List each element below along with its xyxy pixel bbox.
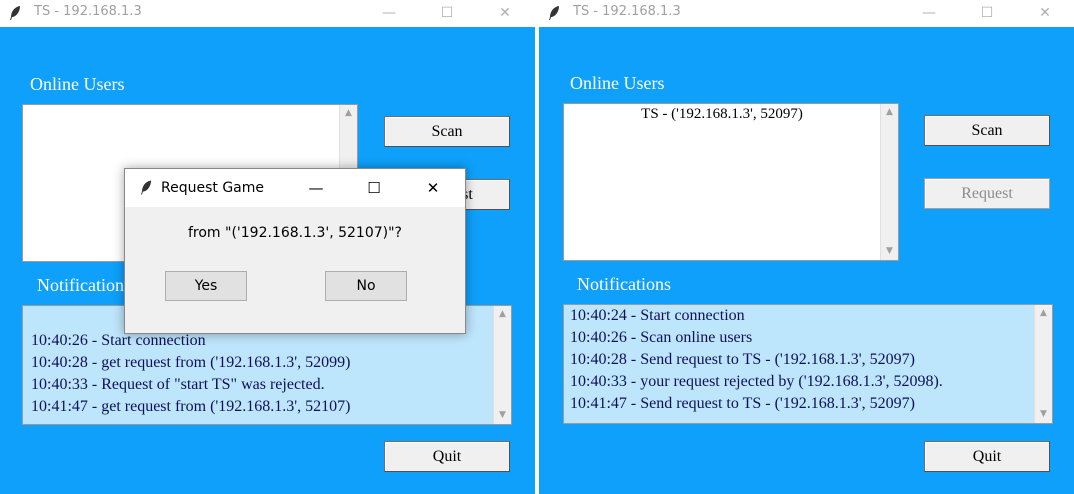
notifications-content: 10:40:26 - Start connection 10:40:28 - g…: [31, 330, 351, 418]
minimize-icon[interactable]: —: [293, 169, 339, 207]
scroll-down-icon[interactable]: ▼: [494, 407, 511, 424]
notifications-list[interactable]: 10:40:24 - Start connection 10:40:26 - S…: [563, 304, 1053, 424]
notifications-content: 10:40:24 - Start connection 10:40:26 - S…: [570, 305, 943, 415]
quit-button[interactable]: Quit: [384, 441, 510, 472]
notifications-label: Notifications: [577, 274, 671, 294]
scroll-down-icon[interactable]: ▼: [881, 243, 898, 260]
scroll-down-icon[interactable]: ▼: [1035, 406, 1052, 423]
scan-button[interactable]: Scan: [384, 116, 510, 147]
close-icon[interactable]: ✕: [410, 169, 456, 207]
maximize-icon[interactable]: ☐: [964, 0, 1010, 27]
maximize-icon[interactable]: ☐: [424, 0, 470, 27]
scroll-up-icon[interactable]: ▲: [1035, 305, 1052, 322]
online-users-label: Online Users: [30, 74, 125, 94]
notification-line: 10:40:28 - get request from ('192.168.1.…: [31, 354, 351, 371]
notification-line: 10:41:47 - get request from ('192.168.1.…: [31, 398, 351, 415]
scroll-up-icon[interactable]: ▲: [340, 105, 357, 122]
notifications-label: Notifications: [37, 275, 131, 295]
quit-button[interactable]: Quit: [924, 441, 1050, 472]
notification-line: 10:41:47 - Send request to TS - ('192.16…: [570, 395, 915, 412]
dialog-title: Request Game: [161, 180, 264, 196]
yes-button[interactable]: Yes: [165, 271, 247, 301]
request-game-dialog: Request Game — ☐ ✕ from "('192.168.1.3',…: [124, 168, 466, 334]
dialog-titlebar: Request Game — ☐ ✕: [125, 169, 465, 207]
request-button[interactable]: Request: [924, 178, 1050, 209]
scan-button[interactable]: Scan: [924, 115, 1050, 146]
online-users-scrollbar[interactable]: ▲ ▼: [880, 104, 898, 260]
window-title: TS - 192.168.1.3: [573, 4, 681, 19]
notification-line: 10:40:33 - your request rejected by ('19…: [570, 373, 943, 390]
minimize-icon[interactable]: —: [366, 0, 412, 27]
window-title: TS - 192.168.1.3: [34, 4, 142, 19]
online-users-list[interactable]: TS - ('192.168.1.3', 52097) ▲ ▼: [563, 103, 899, 261]
notifications-scrollbar[interactable]: ▲ ▼: [493, 306, 511, 424]
maximize-icon[interactable]: ☐: [351, 169, 397, 207]
dialog-message: from "('192.168.1.3', 52107)"?: [187, 225, 402, 241]
close-icon[interactable]: ✕: [482, 0, 528, 27]
no-button[interactable]: No: [325, 271, 407, 301]
notification-line: 10:40:33 - Request of "start TS" was rej…: [31, 376, 325, 393]
minimize-icon[interactable]: —: [906, 0, 952, 27]
close-icon[interactable]: ✕: [1022, 0, 1068, 27]
scroll-up-icon[interactable]: ▲: [881, 104, 898, 121]
online-user-item[interactable]: TS - ('192.168.1.3', 52097): [564, 106, 880, 123]
notification-line: 10:40:24 - Start connection: [570, 307, 745, 324]
feather-icon: [141, 180, 151, 195]
feather-icon: [10, 6, 20, 20]
right-window: TS - 192.168.1.3 — ☐ ✕ Online Users TS -…: [539, 0, 1074, 494]
right-titlebar: TS - 192.168.1.3 — ☐ ✕: [539, 0, 1074, 27]
notification-line: 10:40:26 - Scan online users: [570, 329, 753, 346]
scroll-up-icon[interactable]: ▲: [494, 306, 511, 323]
online-users-label: Online Users: [570, 73, 665, 93]
notifications-scrollbar[interactable]: ▲ ▼: [1034, 305, 1052, 423]
left-titlebar: TS - 192.168.1.3 — ☐ ✕: [0, 0, 535, 27]
feather-icon: [549, 6, 559, 20]
notification-line: 10:40:28 - Send request to TS - ('192.16…: [570, 351, 915, 368]
